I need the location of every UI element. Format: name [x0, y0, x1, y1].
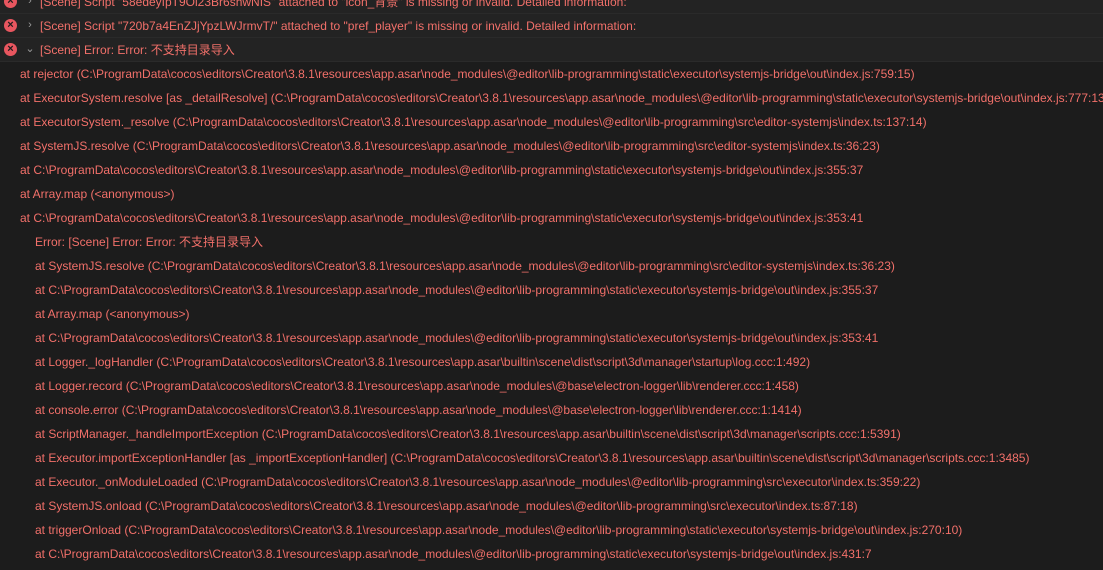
- nested-stack-line: at C:\ProgramData\cocos\editors\Creator\…: [35, 331, 879, 345]
- nested-stack-line: at SystemJS.resolve (C:\ProgramData\coco…: [35, 259, 895, 273]
- stack-line: at ExecutorSystem.resolve [as _detailRes…: [20, 91, 1103, 105]
- error-icon: ×: [4, 0, 17, 8]
- stack-line: at Array.map (<anonymous>): [20, 187, 175, 201]
- log-message: [Scene] Error: Error: 不支持目录导入: [40, 43, 235, 57]
- nested-stack-line: at Logger._logHandler (C:\ProgramData\co…: [35, 355, 811, 369]
- nested-stack-line: at Logger.record (C:\ProgramData\cocos\e…: [35, 379, 799, 393]
- log-entry[interactable]: × › [Scene] Script "58edeyIpT9Oi23Br6shw…: [0, 0, 1103, 14]
- stack-line: at SystemJS.resolve (C:\ProgramData\coco…: [20, 139, 880, 153]
- stack-line: at C:\ProgramData\cocos\editors\Creator\…: [20, 211, 864, 225]
- error-icon: ×: [4, 19, 17, 32]
- log-message: [Scene] Script "58edeyIpT9Oi23Br6shwNIS"…: [40, 0, 627, 9]
- nested-stack-line: at C:\ProgramData\cocos\editors\Creator\…: [35, 283, 879, 297]
- stack-line: at ExecutorSystem._resolve (C:\ProgramDa…: [20, 115, 927, 129]
- nested-stack-line: at C:\ProgramData\cocos\editors\Creator\…: [35, 547, 872, 561]
- nested-stack-line: at Executor.importExceptionHandler [as _…: [35, 451, 1030, 465]
- nested-stack-line: at console.error (C:\ProgramData\cocos\e…: [35, 403, 802, 417]
- nested-stack-line: at SystemJS.onload (C:\ProgramData\cocos…: [35, 499, 858, 513]
- nested-stack-line: Error: [Scene] Error: Error: 不支持目录导入: [35, 235, 264, 249]
- chevron-right-icon[interactable]: ›: [24, 18, 36, 32]
- log-message: [Scene] Script "720b7a4EnZJjYpzLWJrmvT/"…: [40, 19, 637, 33]
- log-entry[interactable]: × › [Scene] Script "720b7a4EnZJjYpzLWJrm…: [0, 14, 1103, 38]
- error-icon: ×: [4, 43, 17, 56]
- nested-stack-line: at Array.map (<anonymous>): [35, 307, 190, 321]
- stack-line: at C:\ProgramData\cocos\editors\Creator\…: [20, 163, 864, 177]
- console-panel: × › [Scene] Script "58edeyIpT9Oi23Br6shw…: [0, 0, 1103, 570]
- chevron-right-icon[interactable]: ›: [24, 0, 36, 8]
- stack-line: at rejector (C:\ProgramData\cocos\editor…: [20, 67, 915, 81]
- nested-stack-line: at ScriptManager._handleImportException …: [35, 427, 901, 441]
- nested-stack-line: at triggerOnload (C:\ProgramData\cocos\e…: [35, 523, 963, 537]
- nested-stack-line: at Executor._onModuleLoaded (C:\ProgramD…: [35, 475, 921, 489]
- chevron-down-icon[interactable]: ⌄: [24, 42, 36, 56]
- log-entry-expanded[interactable]: × ⌄ [Scene] Error: Error: 不支持目录导入: [0, 38, 1103, 62]
